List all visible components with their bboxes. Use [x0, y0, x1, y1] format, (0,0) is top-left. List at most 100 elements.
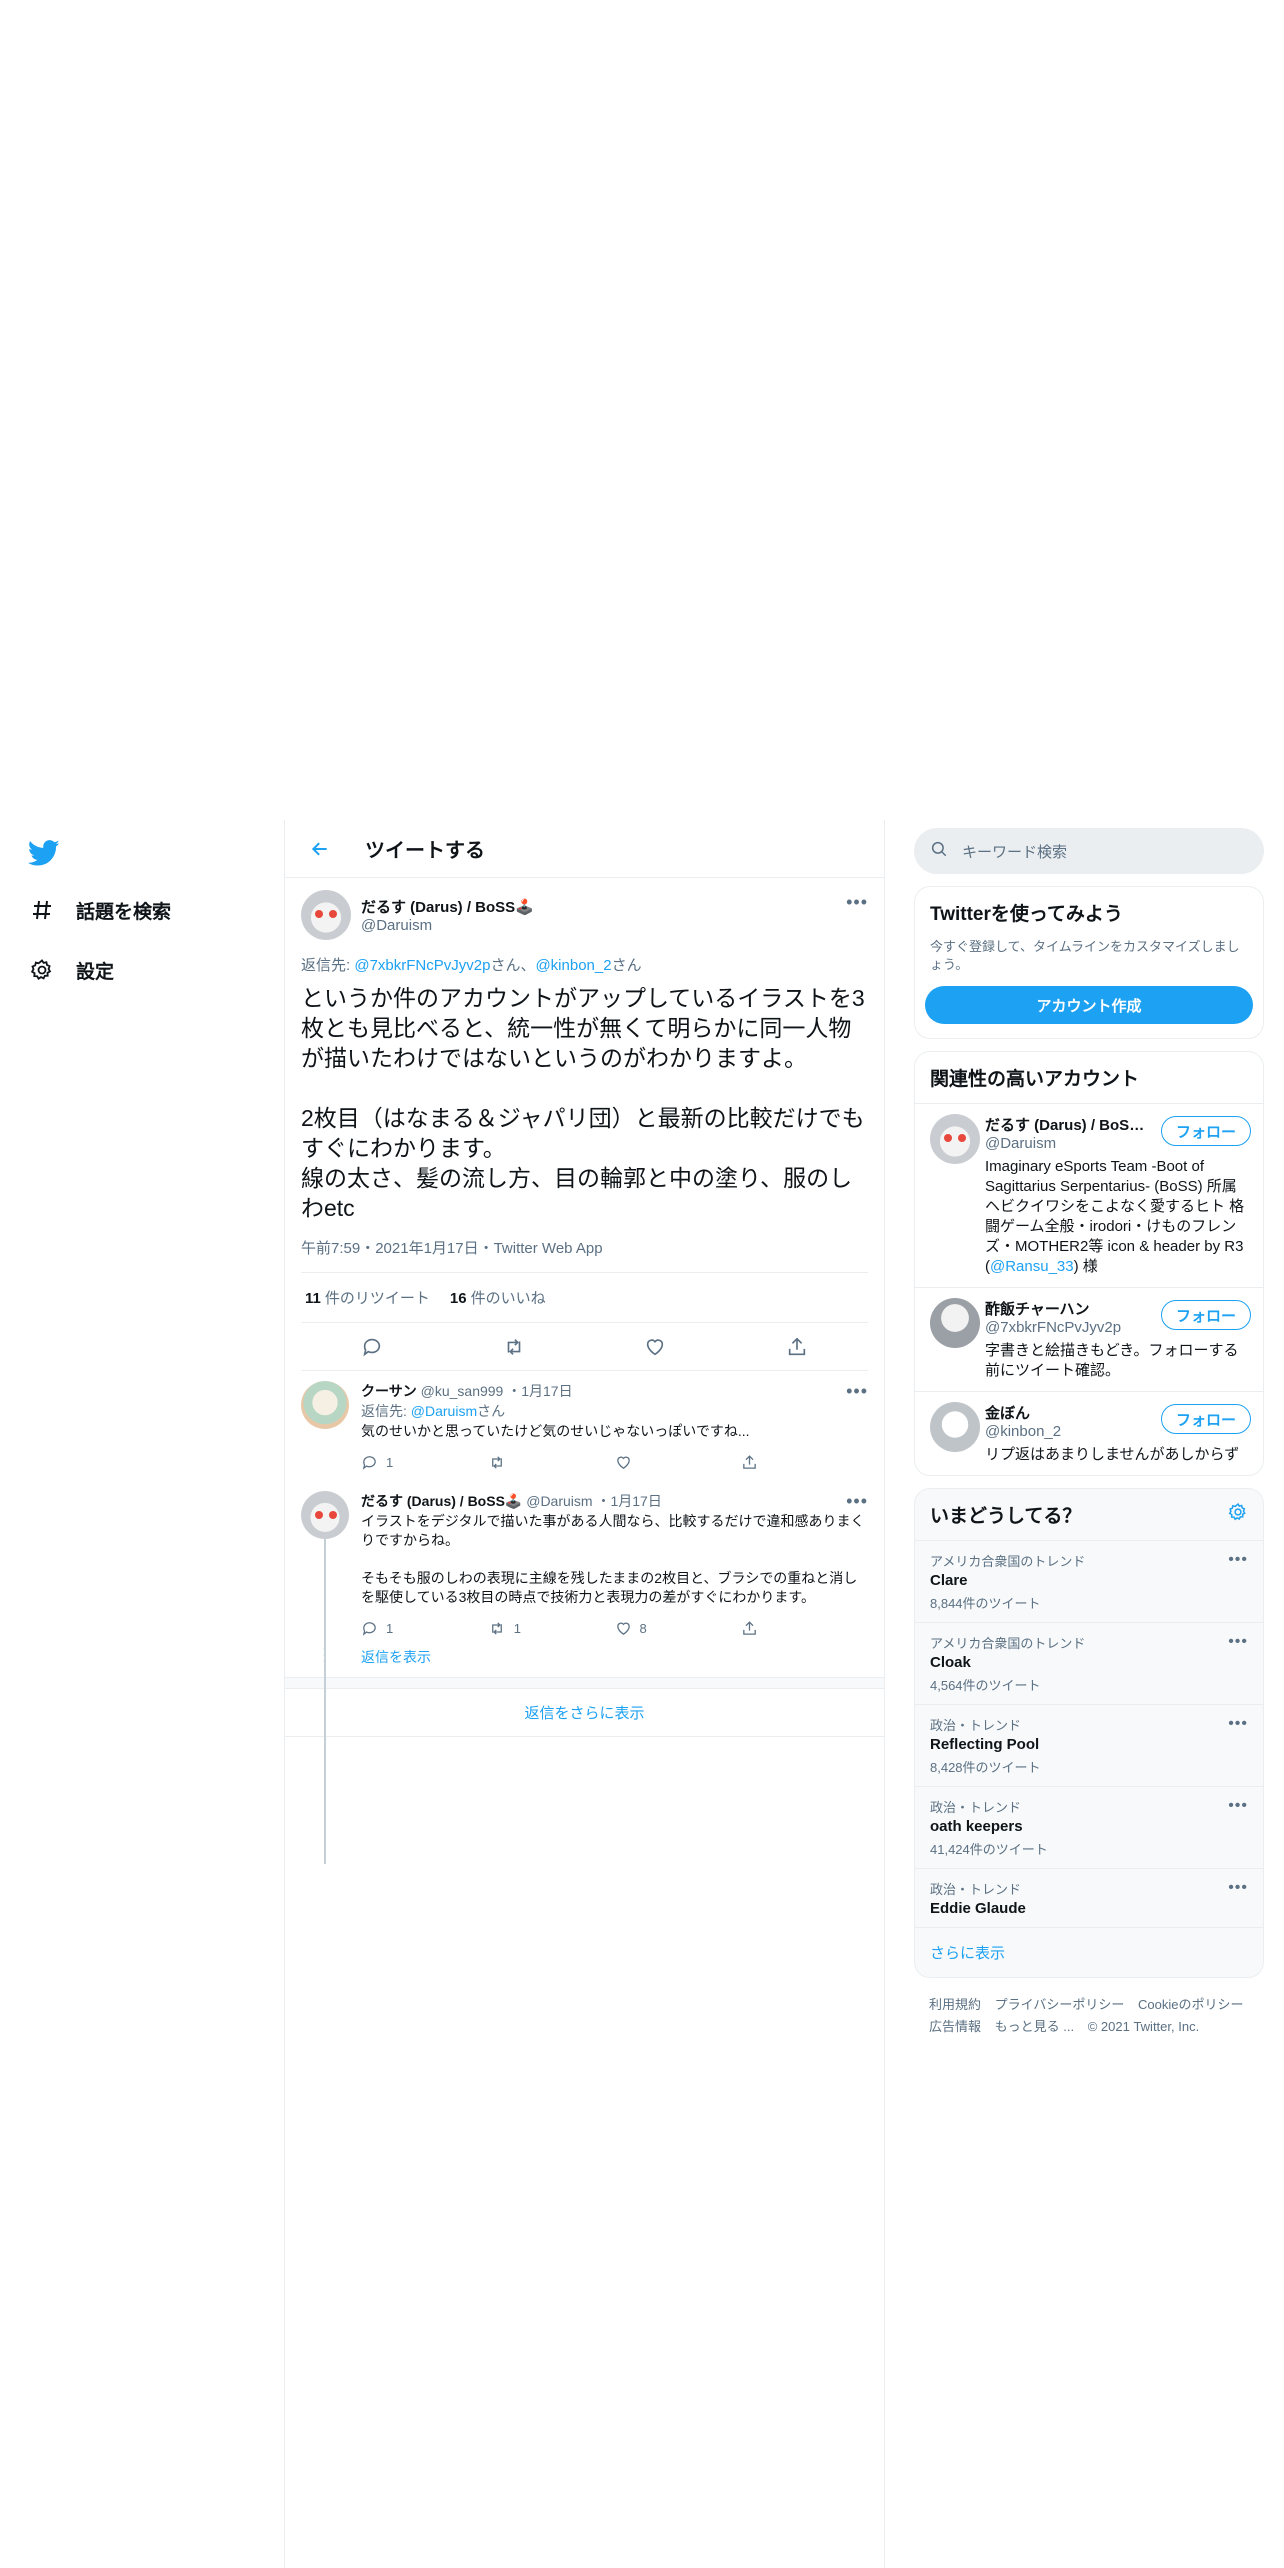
reply-icon[interactable]: [352, 1327, 392, 1367]
reply-action[interactable]: 1: [361, 1620, 488, 1637]
retweet-icon[interactable]: [494, 1327, 534, 1367]
follow-button[interactable]: フォロー: [1160, 1404, 1251, 1434]
reply-tweet[interactable]: ••• クーサン @ku_san999 ・1月17日 返信先: @Daruism…: [285, 1371, 884, 1479]
account-bio: Imaginary eSports Team -Boot of Sagittar…: [985, 1157, 1248, 1277]
nav-settings[interactable]: 設定: [28, 950, 114, 990]
avatar[interactable]: [301, 1491, 349, 1539]
follow-button[interactable]: フォロー: [1160, 1116, 1251, 1146]
trend-item[interactable]: アメリカ合衆国のトレンド Cloak 4,564件のツイート •••: [915, 1622, 1263, 1704]
account-row[interactable]: 酢飯チャーハン @7xbkrFNcPvJyv2p フォロー 字書きと絵描きもどき…: [915, 1287, 1263, 1391]
footer-link-more[interactable]: もっと見る ...: [995, 2019, 1074, 2034]
trend-context: アメリカ合衆国のトレンド: [930, 1636, 1086, 1651]
avatar[interactable]: [930, 1298, 980, 1348]
reply-author-handle[interactable]: @ku_san999: [421, 1383, 504, 1399]
reply-suffix: さん: [477, 1403, 506, 1419]
create-account-button[interactable]: アカウント作成: [925, 986, 1253, 1024]
account-handle[interactable]: @7xbkrFNcPvJyv2p: [985, 1319, 1121, 1336]
trend-count: 8,428件のツイート: [930, 1760, 1041, 1775]
search-box[interactable]: キーワード検索: [914, 828, 1264, 874]
focused-tweet: だるす (Darus) / BoSS🕹️ @Daruism ••• 返信先: @…: [285, 878, 884, 1371]
gear-icon[interactable]: [1228, 1502, 1248, 1527]
avatar[interactable]: [930, 1114, 980, 1164]
trend-item[interactable]: アメリカ合衆国のトレンド Clare 8,844件のツイート •••: [915, 1540, 1263, 1622]
author-handle[interactable]: @Daruism: [361, 917, 534, 934]
reply-author-handle[interactable]: @Daruism: [526, 1493, 592, 1509]
reply-text: 気のせいかと思っていたけど気のせいじゃないっぽいですね...: [361, 1423, 750, 1439]
account-row[interactable]: だるす (Darus) / BoSS🕹️ @Daruism フォロー Imagi…: [915, 1103, 1263, 1287]
more-options-icon[interactable]: •••: [1228, 1715, 1248, 1733]
like-count[interactable]: 16 件のいいね: [450, 1287, 566, 1308]
more-options-icon[interactable]: •••: [846, 1491, 868, 1512]
share-icon[interactable]: [777, 1327, 817, 1367]
related-title: 関連性の高いアカウント: [930, 1069, 1140, 1090]
trend-context: 政治・トレンド: [930, 1882, 1022, 1897]
reply-text: イラストをデジタルで描いた事がある人間なら、比較するだけで違和感ありまくりですか…: [361, 1513, 865, 1605]
more-options-icon[interactable]: •••: [1228, 1633, 1248, 1651]
trends-show-more-link[interactable]: さらに表示: [915, 1927, 1263, 1977]
account-name[interactable]: 金ぼん: [985, 1402, 1145, 1423]
reply-date[interactable]: ・1月17日: [596, 1493, 661, 1509]
reply-tweet[interactable]: ••• だるす (Darus) / BoSS🕹️ @Daruism ・1月17日…: [285, 1479, 884, 1645]
footer: 利用規約 プライバシーポリシー Cookieのポリシー 広告情報 もっと見る .…: [914, 1978, 1264, 2054]
footer-link-ads[interactable]: 広告情報: [929, 2019, 981, 2034]
more-options-icon[interactable]: •••: [846, 892, 868, 913]
search-input[interactable]: キーワード検索: [962, 841, 1067, 862]
bio-mention-link[interactable]: @Ransu_33: [990, 1258, 1074, 1275]
back-arrow-icon[interactable]: [305, 834, 335, 864]
footer-link-terms[interactable]: 利用規約: [929, 1997, 981, 2012]
trend-item[interactable]: 政治・トレンド Reflecting Pool 8,428件のツイート •••: [915, 1704, 1263, 1786]
tweet-meta[interactable]: 午前7:59・2021年1月17日・Twitter Web App: [301, 1237, 868, 1273]
more-options-icon[interactable]: •••: [1228, 1551, 1248, 1569]
more-options-icon[interactable]: •••: [1228, 1879, 1248, 1897]
trend-title: Reflecting Pool: [930, 1736, 1040, 1753]
footer-link-cookies[interactable]: Cookieのポリシー: [1138, 1997, 1243, 2012]
trends-card: いまどうしてる？ アメリカ合衆国のトレンド Clare 8,844件のツイート …: [914, 1488, 1264, 1978]
reply-to-link-2[interactable]: @kinbon_2: [535, 957, 611, 974]
show-replies-link[interactable]: 返信を表示: [361, 1649, 431, 1665]
like-icon[interactable]: [635, 1327, 675, 1367]
account-name[interactable]: だるす (Darus) / BoSS🕹️: [985, 1114, 1145, 1135]
like-action[interactable]: 8: [615, 1620, 742, 1637]
retweet-action[interactable]: 1: [488, 1620, 615, 1637]
reply-to-link[interactable]: @Daruism: [411, 1403, 477, 1419]
trend-count: 8,844件のツイート: [930, 1596, 1041, 1611]
avatar[interactable]: [930, 1402, 980, 1452]
reply-count: 1: [386, 1620, 394, 1636]
tweet-stats: 11 件のリツイート 16 件のいいね: [301, 1273, 868, 1323]
avatar[interactable]: [301, 890, 351, 940]
more-options-icon[interactable]: •••: [1228, 1797, 1248, 1815]
account-bio: 字書きと絵描きもどき。フォローする前にツイート確認。: [985, 1342, 1239, 1379]
account-handle[interactable]: @kinbon_2: [985, 1423, 1061, 1440]
account-name[interactable]: 酢飯チャーハン: [985, 1298, 1145, 1319]
trend-item[interactable]: 政治・トレンド oath keepers 41,424件のツイート •••: [915, 1786, 1263, 1868]
author-name[interactable]: だるす (Darus) / BoSS🕹️: [361, 896, 534, 917]
account-row[interactable]: 金ぼん @kinbon_2 フォロー リプ返はあまりしませんがあしからず: [915, 1391, 1263, 1475]
reply-to-link-1[interactable]: @7xbkrFNcPvJyv2p: [354, 957, 490, 974]
reply-action[interactable]: 1: [361, 1454, 488, 1471]
reply-prefix: 返信先:: [301, 957, 355, 974]
nav-explore[interactable]: 話題を検索: [28, 890, 171, 930]
account-handle[interactable]: @Daruism: [985, 1135, 1056, 1152]
signup-title: Twitterを使ってみよう: [930, 904, 1123, 925]
follow-button[interactable]: フォロー: [1160, 1300, 1251, 1330]
retweet-count[interactable]: 11 件のリツイート: [305, 1287, 450, 1308]
show-more-replies-button[interactable]: 返信をさらに表示: [285, 1689, 884, 1737]
avatar[interactable]: [301, 1381, 349, 1429]
reply-date[interactable]: ・1月17日: [507, 1383, 572, 1399]
like-action[interactable]: [615, 1454, 742, 1471]
page-title: ツイートする: [365, 840, 485, 862]
retweet-count: 1: [513, 1620, 521, 1636]
trend-title: Cloak: [930, 1654, 971, 1671]
reply-author-name[interactable]: だるす (Darus) / BoSS🕹️: [361, 1493, 522, 1509]
share-action[interactable]: [741, 1620, 868, 1637]
retweet-action[interactable]: [488, 1454, 615, 1471]
more-options-icon[interactable]: •••: [846, 1381, 868, 1402]
like-count-value: 16: [449, 1290, 467, 1307]
footer-copyright: © 2021 Twitter, Inc.: [1087, 2019, 1200, 2034]
trend-item[interactable]: 政治・トレンド Eddie Glaude •••: [915, 1868, 1263, 1927]
reply-author-name[interactable]: クーサン: [361, 1383, 417, 1399]
footer-link-privacy[interactable]: プライバシーポリシー: [995, 1997, 1125, 2012]
twitter-logo-icon[interactable]: [27, 837, 62, 871]
signup-subtitle: 今すぐ登録して、タイムラインをカスタマイズしましょう。: [930, 939, 1240, 972]
share-action[interactable]: [741, 1454, 868, 1471]
